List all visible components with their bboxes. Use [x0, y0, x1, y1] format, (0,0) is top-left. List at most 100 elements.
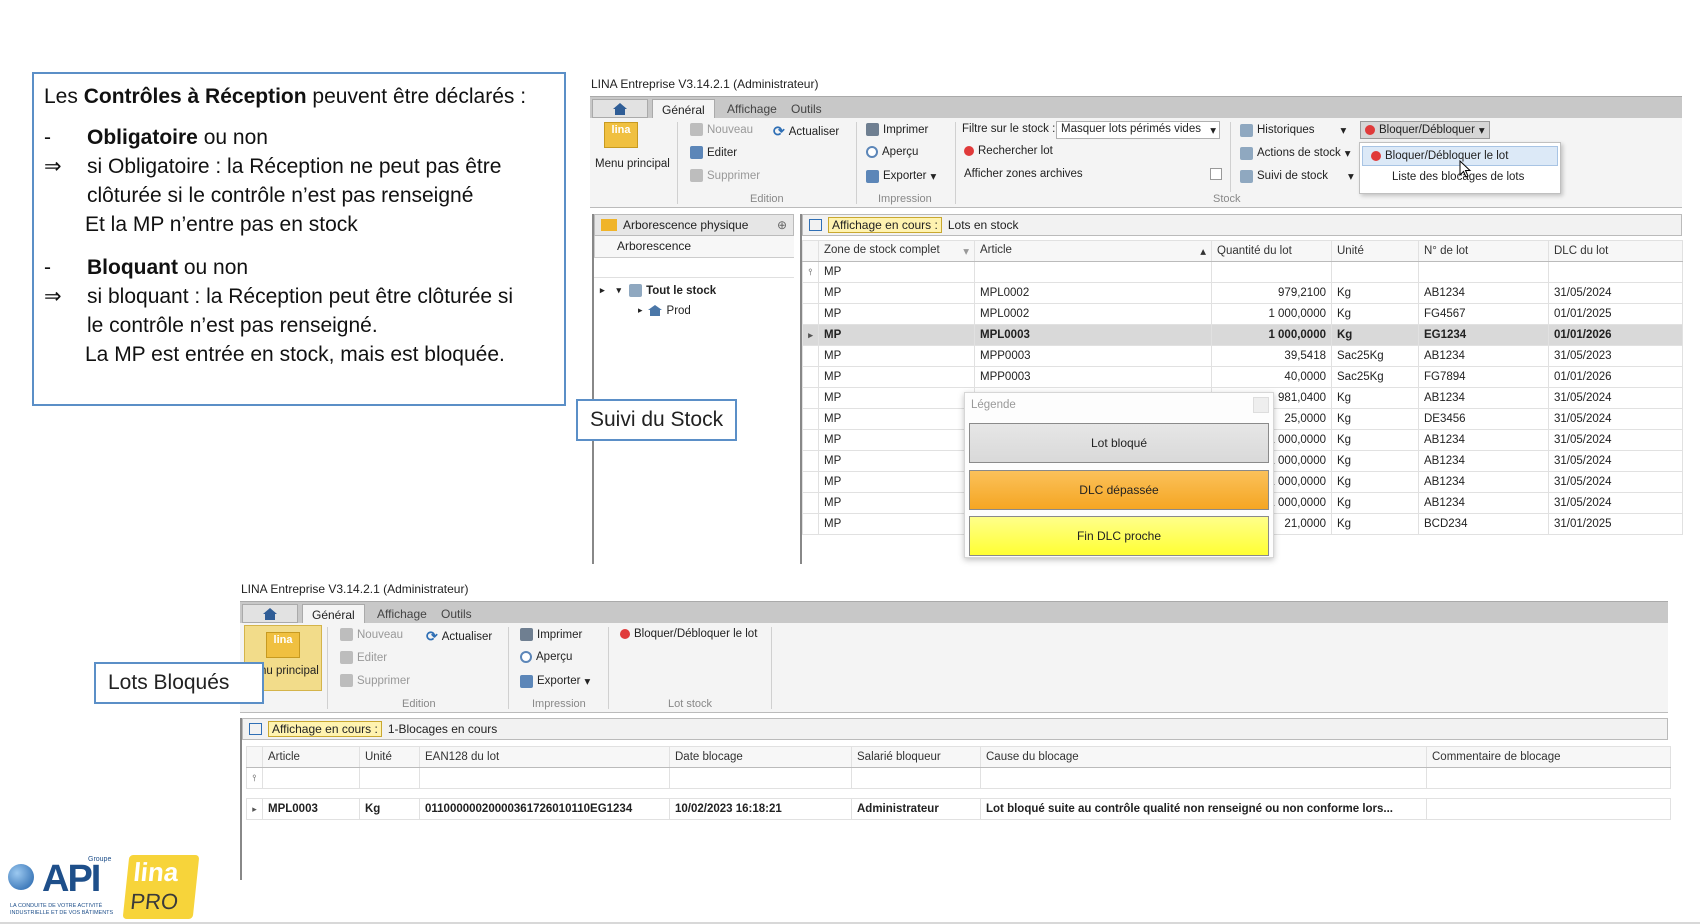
supprimer-button[interactable]: Supprimer: [690, 169, 760, 182]
cell-commentaire[interactable]: [1426, 798, 1671, 820]
cell-zone[interactable]: MP: [818, 282, 975, 304]
cell-unite[interactable]: Kg: [1331, 513, 1419, 535]
cell-cause[interactable]: Lot bloqué suite au contrôle qualité non…: [980, 798, 1427, 820]
filter-cell[interactable]: [1548, 261, 1683, 283]
cell-unite[interactable]: Kg: [1331, 408, 1419, 430]
legend-close-icon[interactable]: [1253, 397, 1269, 413]
cell-num-lot[interactable]: AB1234: [1418, 387, 1549, 409]
filter-cell[interactable]: [980, 767, 1427, 789]
cell-unite[interactable]: Kg: [1331, 282, 1419, 304]
tree-node-prod[interactable]: ▸ Prod: [638, 304, 691, 317]
apercu-button[interactable]: Aperçu: [520, 651, 572, 663]
cell-num-lot[interactable]: BCD234: [1418, 513, 1549, 535]
tab-outils[interactable]: Outils: [782, 99, 831, 119]
col-unite[interactable]: Unité: [1331, 240, 1419, 262]
apercu-button[interactable]: Aperçu: [866, 146, 918, 158]
supprimer-button[interactable]: Supprimer: [340, 674, 410, 687]
home-tab[interactable]: [242, 604, 298, 623]
table-row[interactable]: ▸ MPL0003 Kg 01100000020000361726010110E…: [246, 798, 1671, 820]
cell-zone[interactable]: MP: [818, 429, 975, 451]
filter-cell[interactable]: [1211, 261, 1332, 283]
filter-row[interactable]: ⫯ MP: [802, 261, 1683, 283]
cell-dlc[interactable]: 31/05/2023: [1548, 345, 1683, 367]
col-quantite[interactable]: Quantité du lot: [1211, 240, 1332, 262]
cell-num-lot[interactable]: EG1234: [1418, 324, 1549, 346]
cell-zone[interactable]: MP: [818, 492, 975, 514]
cell-salarie[interactable]: Administrateur: [851, 798, 981, 820]
cell-quantite[interactable]: 1 000,0000: [1211, 324, 1332, 346]
nouveau-button[interactable]: Nouveau: [340, 628, 403, 641]
cell-dlc[interactable]: 31/05/2024: [1548, 471, 1683, 493]
cell-quantite[interactable]: 39,5418: [1211, 345, 1332, 367]
tab-affichage[interactable]: Affichage: [368, 604, 436, 624]
editer-button[interactable]: Editer: [340, 651, 387, 664]
table-row[interactable]: MP MPP0003 39,5418 Sac25Kg AB1234 31/05/2023: [802, 345, 1683, 367]
col-article[interactable]: Article: [262, 746, 360, 768]
col-ean128[interactable]: EAN128 du lot: [419, 746, 670, 768]
cell-dlc[interactable]: 31/01/2025: [1548, 513, 1683, 535]
cell-unite[interactable]: Sac25Kg: [1331, 345, 1419, 367]
cell-quantite[interactable]: 40,0000: [1211, 366, 1332, 388]
cell-date-blocage[interactable]: 10/02/2023 16:18:21: [669, 798, 852, 820]
cell-article[interactable]: MPL0003: [974, 324, 1212, 346]
filter-zone-value[interactable]: MP: [818, 261, 975, 283]
cell-zone[interactable]: MP: [818, 450, 975, 472]
filter-cell[interactable]: [1418, 261, 1549, 283]
filter-cell[interactable]: [262, 767, 360, 789]
actualiser-button[interactable]: ⟳ Actualiser: [773, 123, 839, 140]
cell-zone[interactable]: MP: [818, 387, 975, 409]
cell-dlc[interactable]: 31/05/2024: [1548, 408, 1683, 430]
filter-cell[interactable]: [359, 767, 420, 789]
col-dlc[interactable]: DLC du lot: [1548, 240, 1683, 262]
cell-unite[interactable]: Kg: [1331, 387, 1419, 409]
pin-icon[interactable]: ⊕: [777, 218, 787, 232]
cell-num-lot[interactable]: AB1234: [1418, 492, 1549, 514]
actions-stock-button[interactable]: Actions de stock ▾: [1240, 146, 1351, 160]
tab-general[interactable]: Général: [652, 99, 715, 119]
cell-num-lot[interactable]: AB1234: [1418, 429, 1549, 451]
cell-dlc[interactable]: 31/05/2024: [1548, 492, 1683, 514]
col-zone[interactable]: Zone de stock complet ▾: [818, 240, 975, 262]
cell-dlc[interactable]: 31/05/2024: [1548, 387, 1683, 409]
table-row[interactable]: MP MPL0002 1 000,0000 Kg FG4567 01/01/2025: [802, 303, 1683, 325]
col-commentaire[interactable]: Commentaire de blocage: [1426, 746, 1671, 768]
cell-unite[interactable]: Kg: [1331, 429, 1419, 451]
bloquer-lot-button[interactable]: Bloquer/Débloquer le lot: [620, 628, 757, 640]
col-salarie[interactable]: Salarié bloqueur: [851, 746, 981, 768]
col-date-blocage[interactable]: Date blocage: [669, 746, 852, 768]
imprimer-button[interactable]: Imprimer: [866, 123, 928, 136]
menu-principal-logo[interactable]: lina: [604, 122, 638, 148]
cell-num-lot[interactable]: AB1234: [1418, 345, 1549, 367]
cell-num-lot[interactable]: AB1234: [1418, 471, 1549, 493]
bloquer-debloquer-button[interactable]: Bloquer/Débloquer ▾: [1360, 121, 1490, 139]
cell-num-lot[interactable]: FG4567: [1418, 303, 1549, 325]
cell-quantite[interactable]: 979,2100: [1211, 282, 1332, 304]
imprimer-button[interactable]: Imprimer: [520, 628, 582, 641]
cell-article[interactable]: MPL0002: [974, 282, 1212, 304]
suivi-stock-button[interactable]: Suivi de stock ▾: [1240, 169, 1354, 183]
cell-unite[interactable]: Kg: [1331, 492, 1419, 514]
cell-num-lot[interactable]: DE3456: [1418, 408, 1549, 430]
table-row[interactable]: MP MPP0003 40,0000 Sac25Kg FG7894 01/01/2026: [802, 366, 1683, 388]
cell-zone[interactable]: MP: [818, 471, 975, 493]
cell-num-lot[interactable]: FG7894: [1418, 366, 1549, 388]
nouveau-button[interactable]: Nouveau: [690, 123, 753, 136]
cell-dlc[interactable]: 01/01/2026: [1548, 324, 1683, 346]
col-unite[interactable]: Unité: [359, 746, 420, 768]
cell-zone[interactable]: MP: [818, 408, 975, 430]
cell-num-lot[interactable]: AB1234: [1418, 282, 1549, 304]
filter-cell[interactable]: [669, 767, 852, 789]
filter-cell[interactable]: [1426, 767, 1671, 789]
historiques-button[interactable]: Historiques ▾: [1240, 123, 1346, 137]
tab-outils[interactable]: Outils: [432, 604, 481, 624]
cell-article[interactable]: MPL0002: [974, 303, 1212, 325]
table-row[interactable]: MP MPL0002 979,2100 Kg AB1234 31/05/2024: [802, 282, 1683, 304]
cell-dlc[interactable]: 01/01/2025: [1548, 303, 1683, 325]
filter-cell[interactable]: [419, 767, 670, 789]
col-cause[interactable]: Cause du blocage: [980, 746, 1427, 768]
cell-ean128[interactable]: 01100000020000361726010110EG1234: [419, 798, 670, 820]
tree-filter-row[interactable]: [594, 258, 794, 278]
col-article[interactable]: Article ▴: [974, 240, 1212, 262]
tab-affichage[interactable]: Affichage: [718, 99, 786, 119]
exporter-button[interactable]: Exporter ▾: [866, 169, 936, 183]
